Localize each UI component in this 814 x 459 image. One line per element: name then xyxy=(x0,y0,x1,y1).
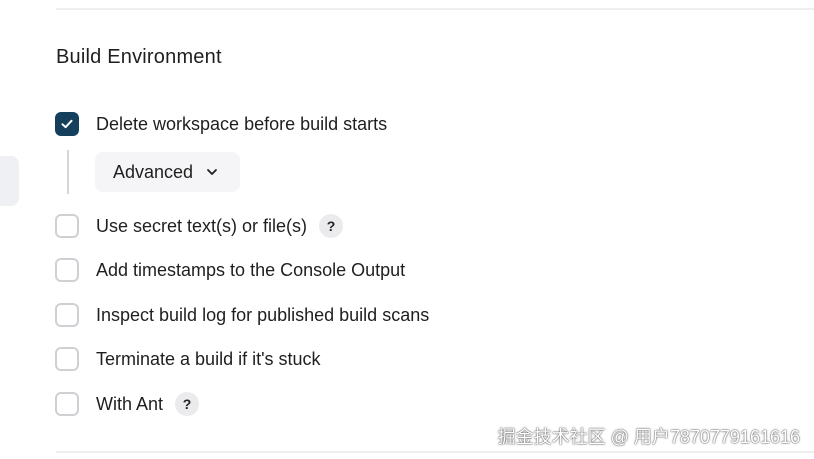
nested-indent-line xyxy=(67,150,69,194)
option-delete-workspace[interactable]: Delete workspace before build starts xyxy=(55,110,387,138)
chevron-down-icon xyxy=(207,169,217,175)
side-panel-tab[interactable] xyxy=(0,156,19,206)
help-icon[interactable]: ? xyxy=(175,392,200,416)
secret-text-label: Use secret text(s) or file(s) xyxy=(96,215,308,236)
timestamps-checkbox[interactable] xyxy=(55,258,79,282)
inspect-build-log-label: Inspect build log for published build sc… xyxy=(96,304,430,325)
bottom-divider xyxy=(56,451,814,453)
delete-workspace-label: Delete workspace before build starts xyxy=(96,113,388,134)
option-with-ant[interactable]: With Ant ? xyxy=(55,390,200,418)
option-timestamps[interactable]: Add timestamps to the Console Output xyxy=(55,256,405,284)
timestamps-label: Add timestamps to the Console Output xyxy=(96,259,406,280)
inspect-build-log-checkbox[interactable] xyxy=(55,303,79,327)
section-title: Build Environment xyxy=(56,46,222,68)
terminate-stuck-label: Terminate a build if it's stuck xyxy=(96,348,321,369)
build-environment-page: Build Environment Delete workspace befor… xyxy=(0,0,814,459)
option-inspect-build-log[interactable]: Inspect build log for published build sc… xyxy=(55,301,429,329)
advanced-button[interactable]: Advanced xyxy=(95,152,240,192)
secret-text-checkbox[interactable] xyxy=(55,214,79,238)
with-ant-label: With Ant xyxy=(96,393,164,414)
top-divider xyxy=(56,8,814,10)
advanced-label: Advanced xyxy=(113,161,194,182)
delete-workspace-checkbox[interactable] xyxy=(55,112,79,136)
option-terminate-stuck[interactable]: Terminate a build if it's stuck xyxy=(55,345,321,373)
watermark: 掘金技术社区 @ 用户7870779161616 xyxy=(497,427,800,447)
terminate-stuck-checkbox[interactable] xyxy=(55,347,79,371)
help-icon[interactable]: ? xyxy=(319,214,344,238)
option-secret-text[interactable]: Use secret text(s) or file(s) ? xyxy=(55,212,344,240)
with-ant-checkbox[interactable] xyxy=(55,392,79,416)
checkmark-icon xyxy=(61,119,73,129)
